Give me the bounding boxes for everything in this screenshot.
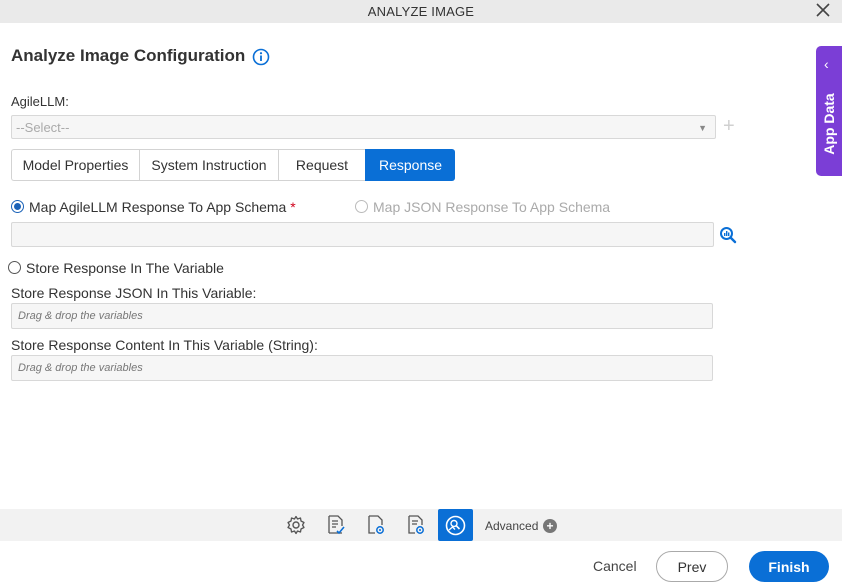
- info-icon[interactable]: [252, 48, 270, 66]
- cancel-button[interactable]: Cancel: [593, 558, 637, 574]
- gear-icon[interactable]: [285, 514, 307, 536]
- chevron-left-icon: ‹: [824, 56, 829, 72]
- tab-response[interactable]: Response: [365, 149, 455, 181]
- agilellm-select[interactable]: --Select-- ▼: [11, 115, 716, 139]
- json-variable-field[interactable]: Drag & drop the variables: [11, 303, 713, 329]
- tab-system-instruction[interactable]: System Instruction: [139, 149, 278, 181]
- content-variable-placeholder: Drag & drop the variables: [18, 362, 143, 374]
- plus-circle-icon[interactable]: +: [543, 519, 557, 533]
- page-title: Analyze Image Configuration: [11, 46, 246, 65]
- tab-request[interactable]: Request: [278, 149, 365, 181]
- schema-lookup-icon[interactable]: [719, 226, 737, 244]
- finish-button[interactable]: Finish: [749, 551, 829, 582]
- document-settings-icon[interactable]: [365, 514, 387, 536]
- required-marker: *: [290, 199, 296, 215]
- map-agilellm-response-radio[interactable]: [11, 200, 24, 213]
- window-titlebar: ANALYZE IMAGE: [0, 0, 842, 23]
- chevron-down-icon: ▼: [698, 123, 707, 133]
- map-agilellm-response-label: Map AgileLLM Response To App Schema *: [29, 199, 296, 215]
- add-icon[interactable]: +: [723, 116, 735, 136]
- prev-button[interactable]: Prev: [656, 551, 728, 582]
- agilellm-label: AgileLLM:: [11, 94, 69, 109]
- store-response-label: Store Response In The Variable: [26, 260, 224, 276]
- agilellm-selected-value: --Select--: [16, 120, 70, 135]
- configuration-tabs: Model Properties System Instruction Requ…: [11, 149, 455, 181]
- analyze-image-tool-button[interactable]: [438, 509, 473, 541]
- app-data-panel-toggle[interactable]: ‹ App Data: [816, 46, 842, 176]
- map-agilellm-response-text: Map AgileLLM Response To App Schema: [29, 199, 287, 215]
- map-json-response-radio[interactable]: [355, 200, 368, 213]
- document-gear-icon[interactable]: [405, 514, 427, 536]
- json-variable-label: Store Response JSON In This Variable:: [11, 285, 257, 301]
- store-response-radio[interactable]: [8, 261, 21, 274]
- window-title: ANALYZE IMAGE: [367, 4, 475, 19]
- image-search-icon: [445, 515, 466, 536]
- close-icon[interactable]: [816, 3, 830, 17]
- content-variable-field[interactable]: Drag & drop the variables: [11, 355, 713, 381]
- app-data-label: App Data: [821, 93, 837, 155]
- bottom-toolbar: Advanced +: [0, 509, 842, 541]
- json-variable-placeholder: Drag & drop the variables: [18, 310, 143, 322]
- content-variable-label: Store Response Content In This Variable …: [11, 337, 318, 353]
- document-check-icon[interactable]: [325, 514, 347, 536]
- advanced-label[interactable]: Advanced: [485, 519, 538, 533]
- map-json-response-label: Map JSON Response To App Schema: [373, 199, 611, 215]
- app-schema-field[interactable]: [11, 222, 714, 247]
- tab-model-properties[interactable]: Model Properties: [11, 149, 139, 181]
